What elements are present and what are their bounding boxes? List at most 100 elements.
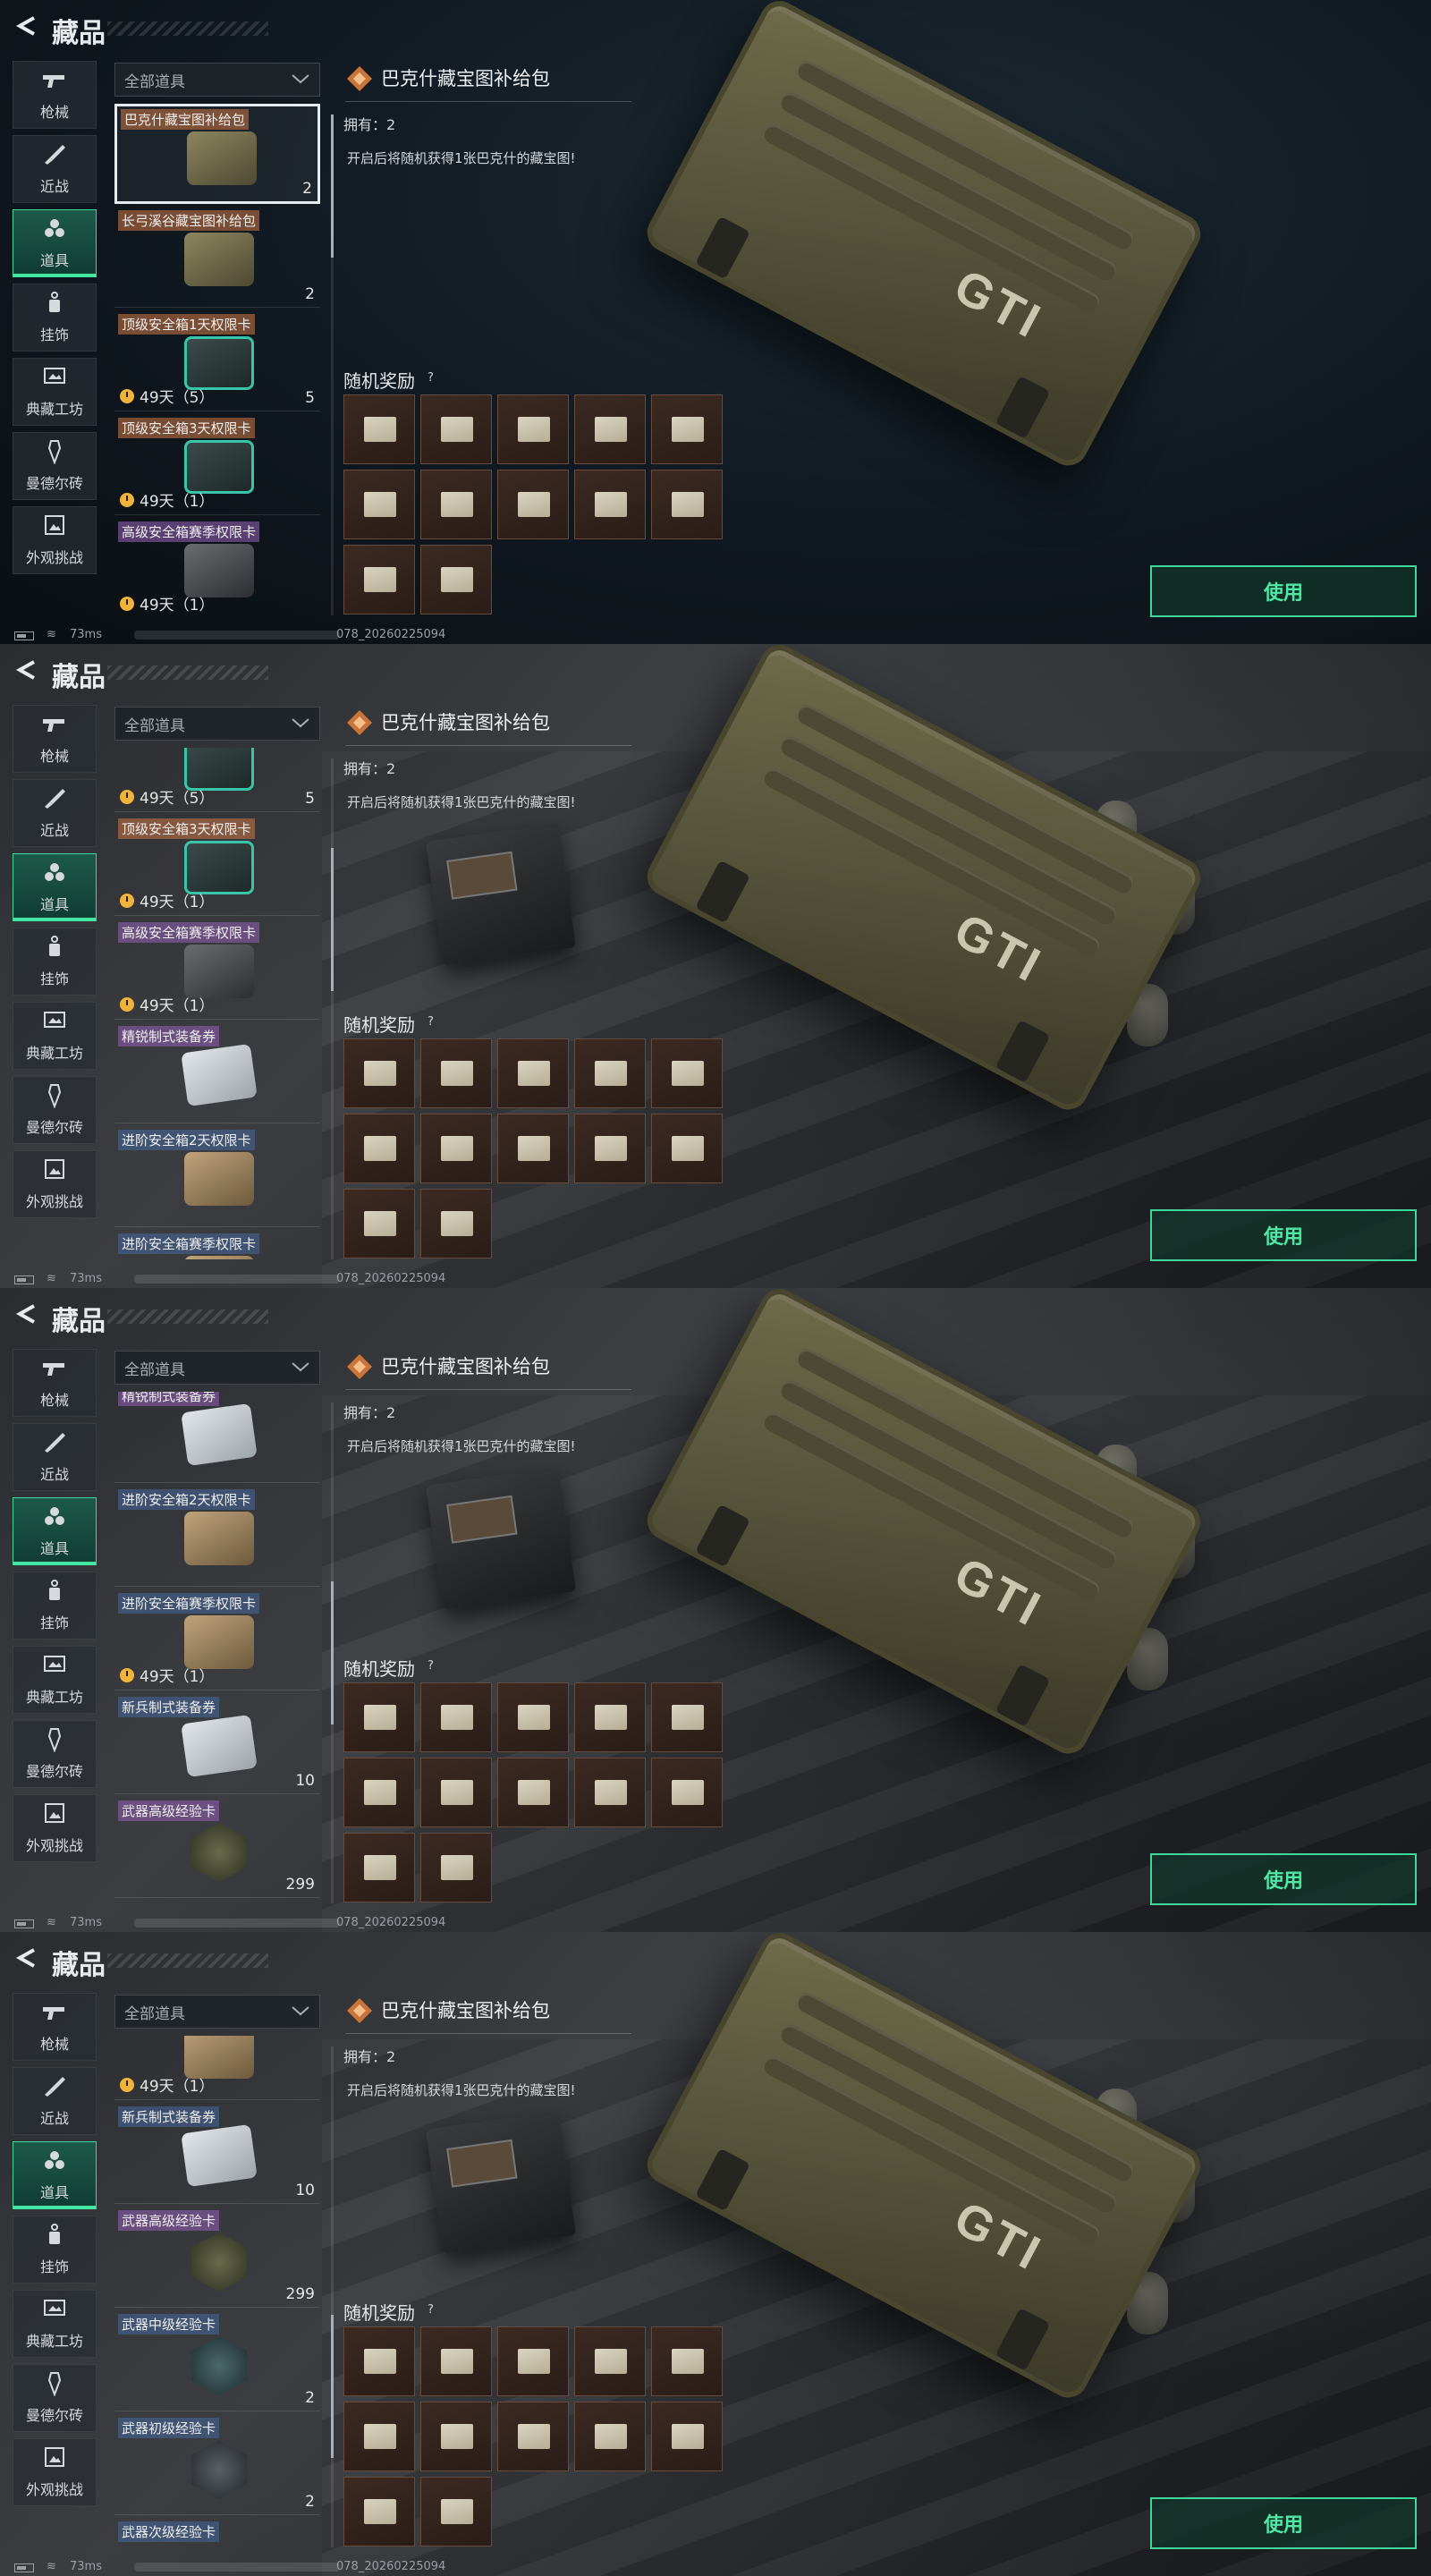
reward-slot[interactable]: [343, 2477, 415, 2546]
list-item[interactable]: 顶级安全箱3天权限卡 49天（1）: [114, 816, 320, 916]
reward-slot[interactable]: [343, 1682, 415, 1752]
help-icon[interactable]: ?: [428, 2303, 434, 2317]
use-button[interactable]: 使用: [1150, 1853, 1417, 1905]
back-arrow-icon[interactable]: [14, 1946, 38, 1970]
reward-slot[interactable]: [420, 1758, 492, 1827]
category-tab[interactable]: 枪械: [13, 1349, 97, 1417]
reward-slot[interactable]: [651, 470, 723, 539]
category-tab[interactable]: 典藏工坊: [13, 1002, 97, 1070]
list-item[interactable]: 进阶安全箱赛季权限卡49天（1）: [114, 1231, 320, 1259]
reward-slot[interactable]: [420, 2477, 492, 2546]
list-item[interactable]: 新兵制式装备券 10: [114, 2104, 320, 2204]
category-tab[interactable]: 挂饰: [13, 2216, 97, 2284]
category-tab[interactable]: 曼德尔砖: [13, 2364, 97, 2432]
category-tab[interactable]: 曼德尔砖: [13, 1720, 97, 1788]
category-tab[interactable]: 曼德尔砖: [13, 432, 97, 500]
reward-slot[interactable]: [497, 2326, 569, 2396]
item-filter-dropdown[interactable]: 全部道具: [114, 1351, 320, 1385]
category-tab[interactable]: 外观挑战: [13, 2438, 97, 2506]
use-button[interactable]: 使用: [1150, 1209, 1417, 1261]
reward-slot[interactable]: [651, 1682, 723, 1752]
reward-slot[interactable]: [574, 2402, 646, 2471]
back-arrow-icon[interactable]: [14, 658, 38, 682]
list-item[interactable]: 高级安全箱赛季权限卡 49天（1）: [114, 919, 320, 1020]
reward-slot[interactable]: [420, 1038, 492, 1108]
category-tab[interactable]: 枪械: [13, 1993, 97, 2061]
list-scrollbar[interactable]: [331, 114, 334, 615]
category-tab[interactable]: 近战: [13, 779, 97, 847]
reward-slot[interactable]: [497, 470, 569, 539]
list-item[interactable]: 高级安全箱赛季权限卡 49天（1）: [114, 519, 320, 615]
reward-slot[interactable]: [420, 394, 492, 464]
scrollbar-thumb[interactable]: [331, 848, 334, 991]
reward-slot[interactable]: [651, 2326, 723, 2396]
reward-slot[interactable]: [343, 2402, 415, 2471]
category-tab[interactable]: 近战: [13, 2067, 97, 2135]
reward-slot[interactable]: [343, 545, 415, 614]
category-tab[interactable]: 外观挑战: [13, 506, 97, 574]
reward-slot[interactable]: [420, 2326, 492, 2396]
list-item[interactable]: 武器高级经验卡 299: [114, 2207, 320, 2308]
list-item[interactable]: 精锐制式装备券: [114, 1392, 320, 1483]
list-scrollbar[interactable]: [331, 758, 334, 1259]
category-tab[interactable]: 曼德尔砖: [13, 1076, 97, 1144]
help-icon[interactable]: ?: [428, 371, 434, 385]
reward-slot[interactable]: [574, 1758, 646, 1827]
reward-slot[interactable]: [343, 1833, 415, 1902]
list-item[interactable]: 巴克什藏宝图补给包 2: [114, 104, 320, 204]
category-tab[interactable]: 道具: [13, 853, 97, 921]
reward-slot[interactable]: [420, 545, 492, 614]
category-tab[interactable]: 典藏工坊: [13, 2290, 97, 2358]
list-item[interactable]: 长弓溪谷藏宝图补给包 2: [114, 208, 320, 308]
list-item[interactable]: 顶级安全箱1天权限卡49天（5）5: [114, 748, 320, 812]
reward-slot[interactable]: [343, 2326, 415, 2396]
list-item[interactable]: 进阶安全箱2天权限卡: [114, 1127, 320, 1227]
reward-slot[interactable]: [497, 394, 569, 464]
reward-slot[interactable]: [574, 470, 646, 539]
category-tab[interactable]: 挂饰: [13, 284, 97, 352]
list-item[interactable]: 进阶安全箱赛季权限卡49天（1）: [114, 2036, 320, 2100]
reward-slot[interactable]: [651, 394, 723, 464]
category-tab[interactable]: 典藏工坊: [13, 358, 97, 426]
reward-slot[interactable]: [343, 394, 415, 464]
item-filter-dropdown[interactable]: 全部道具: [114, 1995, 320, 2029]
help-icon[interactable]: ?: [428, 1659, 434, 1673]
category-tab[interactable]: 外观挑战: [13, 1794, 97, 1862]
use-button[interactable]: 使用: [1150, 2497, 1417, 2549]
reward-slot[interactable]: [651, 1758, 723, 1827]
list-item[interactable]: 新兵制式装备券 10: [114, 1694, 320, 1794]
category-tab[interactable]: 道具: [13, 1497, 97, 1565]
category-tab[interactable]: 近战: [13, 135, 97, 203]
reward-slot[interactable]: [574, 1038, 646, 1108]
category-tab[interactable]: 典藏工坊: [13, 1646, 97, 1714]
list-item[interactable]: 武器初级经验卡 2: [114, 2415, 320, 2515]
reward-slot[interactable]: [420, 1682, 492, 1752]
reward-slot[interactable]: [343, 1189, 415, 1258]
reward-slot[interactable]: [651, 2402, 723, 2471]
list-scrollbar[interactable]: [331, 1402, 334, 1903]
reward-slot[interactable]: [420, 1114, 492, 1183]
category-tab[interactable]: 枪械: [13, 61, 97, 129]
scrollbar-thumb[interactable]: [331, 2315, 334, 2458]
reward-slot[interactable]: [343, 1114, 415, 1183]
reward-slot[interactable]: [497, 1758, 569, 1827]
back-arrow-icon[interactable]: [14, 1302, 38, 1326]
list-item[interactable]: 武器次级经验卡: [114, 2519, 320, 2547]
list-item[interactable]: 进阶安全箱2天权限卡: [114, 1487, 320, 1587]
scrollbar-thumb[interactable]: [331, 114, 334, 258]
scrollbar-thumb[interactable]: [331, 1581, 334, 1724]
list-item[interactable]: 顶级安全箱3天权限卡 49天（1）: [114, 415, 320, 515]
category-tab[interactable]: 道具: [13, 209, 97, 277]
reward-slot[interactable]: [497, 2402, 569, 2471]
list-item[interactable]: 顶级安全箱1天权限卡49天（5）5: [114, 311, 320, 411]
reward-slot[interactable]: [343, 470, 415, 539]
reward-slot[interactable]: [497, 1038, 569, 1108]
reward-slot[interactable]: [420, 470, 492, 539]
item-filter-dropdown[interactable]: 全部道具: [114, 63, 320, 97]
list-scrollbar[interactable]: [331, 2046, 334, 2547]
reward-slot[interactable]: [651, 1114, 723, 1183]
help-icon[interactable]: ?: [428, 1015, 434, 1029]
reward-slot[interactable]: [574, 2326, 646, 2396]
reward-slot[interactable]: [574, 1114, 646, 1183]
reward-slot[interactable]: [497, 1114, 569, 1183]
